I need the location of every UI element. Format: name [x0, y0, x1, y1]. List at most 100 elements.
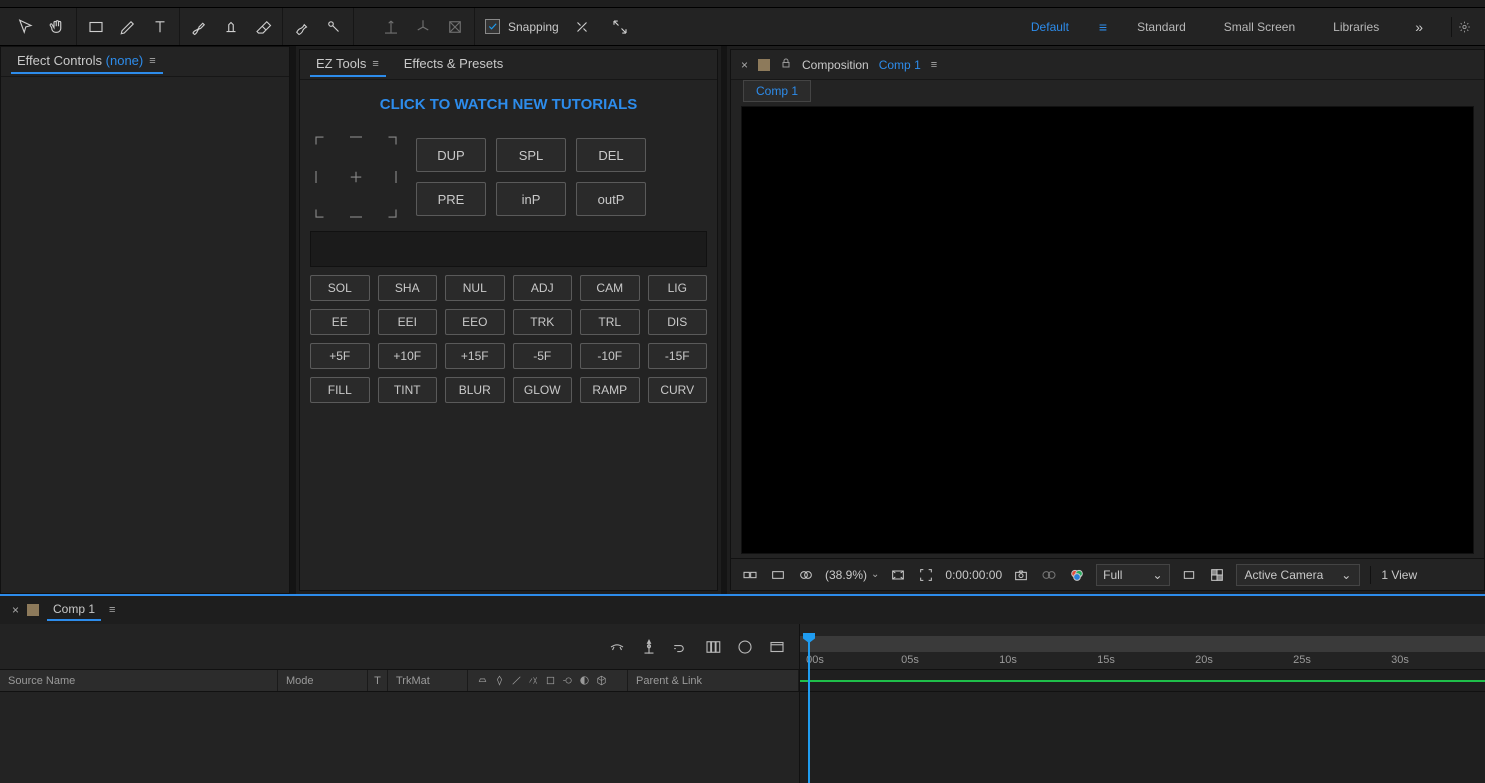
ez-search-input[interactable]: [310, 231, 707, 267]
clone-stamp-tool-icon[interactable]: [216, 12, 246, 42]
view-axis-icon[interactable]: [440, 12, 470, 42]
fast-previews-icon[interactable]: [1180, 566, 1198, 584]
workspace-standard[interactable]: Standard: [1129, 16, 1194, 38]
anchor-point-grid[interactable]: [310, 131, 402, 223]
column-t[interactable]: T: [368, 670, 388, 691]
workspace-libraries[interactable]: Libraries: [1325, 16, 1387, 38]
effect-controls-tab[interactable]: Effect Controls (none) ≡: [11, 49, 163, 74]
frame-blend-icon[interactable]: [639, 637, 659, 657]
snap-expand-icon[interactable]: [605, 12, 635, 42]
panel-menu-icon[interactable]: ≡: [109, 604, 116, 616]
ez-pre-button[interactable]: PRE: [416, 182, 486, 216]
ez-dup-button[interactable]: DUP: [416, 138, 486, 172]
effects-presets-tab[interactable]: Effects & Presets: [398, 52, 509, 77]
close-tab-icon[interactable]: ×: [741, 58, 748, 72]
panel-menu-icon[interactable]: ≡: [931, 59, 938, 71]
workspace-menu-icon[interactable]: ≡: [1099, 19, 1107, 35]
shy-toggle-icon[interactable]: [607, 637, 627, 657]
region-of-interest-icon[interactable]: [917, 566, 935, 584]
eraser-tool-icon[interactable]: [248, 12, 278, 42]
composition-name[interactable]: Comp 1: [879, 58, 921, 72]
views-dropdown[interactable]: 1 View: [1381, 568, 1417, 582]
settings-gear-icon[interactable]: [1451, 17, 1471, 37]
color-management-icon[interactable]: [1068, 566, 1086, 584]
motion-blur-icon[interactable]: [671, 637, 691, 657]
workspace-overflow-icon[interactable]: »: [1409, 19, 1429, 35]
ez-del-button[interactable]: DEL: [576, 138, 646, 172]
zoom-dropdown[interactable]: (38.9%) ⌄: [825, 568, 879, 582]
ez-blur-button[interactable]: BLUR: [445, 377, 505, 403]
ez-cam-button[interactable]: CAM: [580, 275, 640, 301]
show-channel-icon[interactable]: [1040, 566, 1058, 584]
ez-glow-button[interactable]: GLOW: [513, 377, 573, 403]
ez-tutorials-link[interactable]: CLICK TO WATCH NEW TUTORIALS: [310, 90, 707, 123]
local-axis-icon[interactable]: [376, 12, 406, 42]
ez-plus5f-button[interactable]: +5F: [310, 343, 370, 369]
toggle-mask-icon[interactable]: [797, 566, 815, 584]
ez-inp-button[interactable]: inP: [496, 182, 566, 216]
composition-viewer[interactable]: [741, 106, 1474, 554]
timeline-layer-area[interactable]: [0, 692, 799, 783]
resolution-dropdown[interactable]: Full⌄: [1096, 564, 1169, 586]
brush-tool-icon[interactable]: [184, 12, 214, 42]
timeline-tab[interactable]: Comp 1: [47, 599, 101, 621]
draft-3d-icon[interactable]: [735, 637, 755, 657]
ez-minus5f-button[interactable]: -5F: [513, 343, 573, 369]
lock-icon[interactable]: [780, 57, 792, 72]
ez-ramp-button[interactable]: RAMP: [580, 377, 640, 403]
ez-dis-button[interactable]: DIS: [648, 309, 708, 335]
graph-editor-icon[interactable]: [703, 637, 723, 657]
ez-trk-button[interactable]: TRK: [513, 309, 573, 335]
ez-trl-button[interactable]: TRL: [580, 309, 640, 335]
ez-spl-button[interactable]: SPL: [496, 138, 566, 172]
time-ruler[interactable]: 00s 05s 10s 15s 20s 25s 30s: [800, 624, 1485, 670]
ez-minus15f-button[interactable]: -15F: [648, 343, 708, 369]
ez-tools-tab[interactable]: EZ Tools ≡: [310, 52, 386, 77]
close-tab-icon[interactable]: ×: [12, 603, 19, 617]
ez-sol-button[interactable]: SOL: [310, 275, 370, 301]
ez-tint-button[interactable]: TINT: [378, 377, 438, 403]
selection-tool-icon[interactable]: [10, 12, 40, 42]
snap-collapse-icon[interactable]: [567, 12, 597, 42]
workspace-small-screen[interactable]: Small Screen: [1216, 16, 1303, 38]
playhead[interactable]: [808, 634, 810, 783]
ez-curv-button[interactable]: CURV: [648, 377, 708, 403]
transparency-grid-icon[interactable]: [1208, 566, 1226, 584]
ez-minus10f-button[interactable]: -10F: [580, 343, 640, 369]
ez-plus10f-button[interactable]: +10F: [378, 343, 438, 369]
ez-eeo-button[interactable]: EEO: [445, 309, 505, 335]
rectangle-tool-icon[interactable]: [81, 12, 111, 42]
safe-zones-icon[interactable]: [889, 566, 907, 584]
ez-nul-button[interactable]: NUL: [445, 275, 505, 301]
workspace-default[interactable]: Default: [1023, 16, 1077, 38]
ez-outp-button[interactable]: outP: [576, 182, 646, 216]
column-parent[interactable]: Parent & Link: [628, 670, 799, 691]
render-icon[interactable]: [767, 637, 787, 657]
hand-tool-icon[interactable]: [42, 12, 72, 42]
column-mode[interactable]: Mode: [278, 670, 368, 691]
ez-lig-button[interactable]: LIG: [648, 275, 708, 301]
pen-tool-icon[interactable]: [113, 12, 143, 42]
breadcrumb-item[interactable]: Comp 1: [743, 80, 811, 102]
ez-adj-button[interactable]: ADJ: [513, 275, 573, 301]
world-axis-icon[interactable]: [408, 12, 438, 42]
current-timecode[interactable]: 0:00:00:00: [945, 568, 1002, 582]
column-source[interactable]: Source Name: [0, 670, 278, 691]
panel-menu-icon[interactable]: ≡: [149, 55, 156, 67]
ez-eei-button[interactable]: EEI: [378, 309, 438, 335]
type-tool-icon[interactable]: [145, 12, 175, 42]
always-preview-icon[interactable]: [741, 566, 759, 584]
ez-ee-button[interactable]: EE: [310, 309, 370, 335]
puppet-pin-tool-icon[interactable]: [319, 12, 349, 42]
camera-dropdown[interactable]: Active Camera⌄: [1236, 564, 1361, 586]
snapping-checkbox[interactable]: [485, 19, 500, 34]
column-trkmat[interactable]: TrkMat: [388, 670, 468, 691]
snapshot-icon[interactable]: [1012, 566, 1030, 584]
toggle-transparency-icon[interactable]: [769, 566, 787, 584]
panel-menu-icon[interactable]: ≡: [372, 58, 379, 70]
timeline-track-area[interactable]: 00s 05s 10s 15s 20s 25s 30s: [800, 624, 1485, 783]
ez-fill-button[interactable]: FILL: [310, 377, 370, 403]
ez-plus15f-button[interactable]: +15F: [445, 343, 505, 369]
ez-sha-button[interactable]: SHA: [378, 275, 438, 301]
column-switches[interactable]: [468, 670, 628, 691]
